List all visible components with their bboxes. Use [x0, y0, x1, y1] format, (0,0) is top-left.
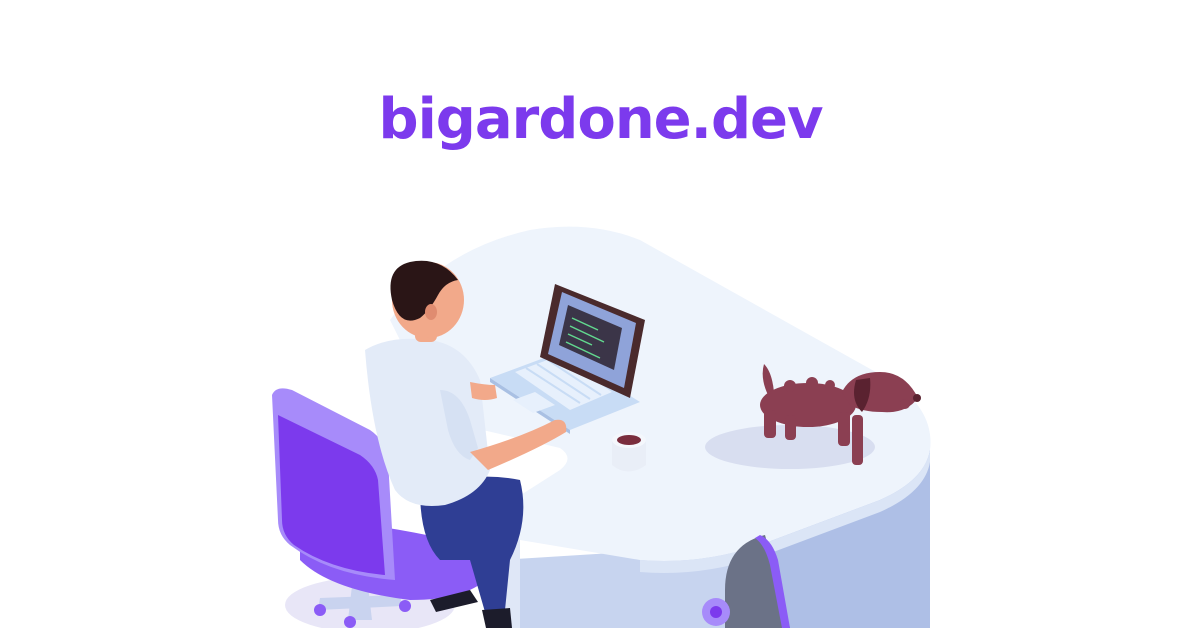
coffee-mug-icon — [612, 432, 646, 472]
developer-desk-illustration — [272, 226, 931, 628]
